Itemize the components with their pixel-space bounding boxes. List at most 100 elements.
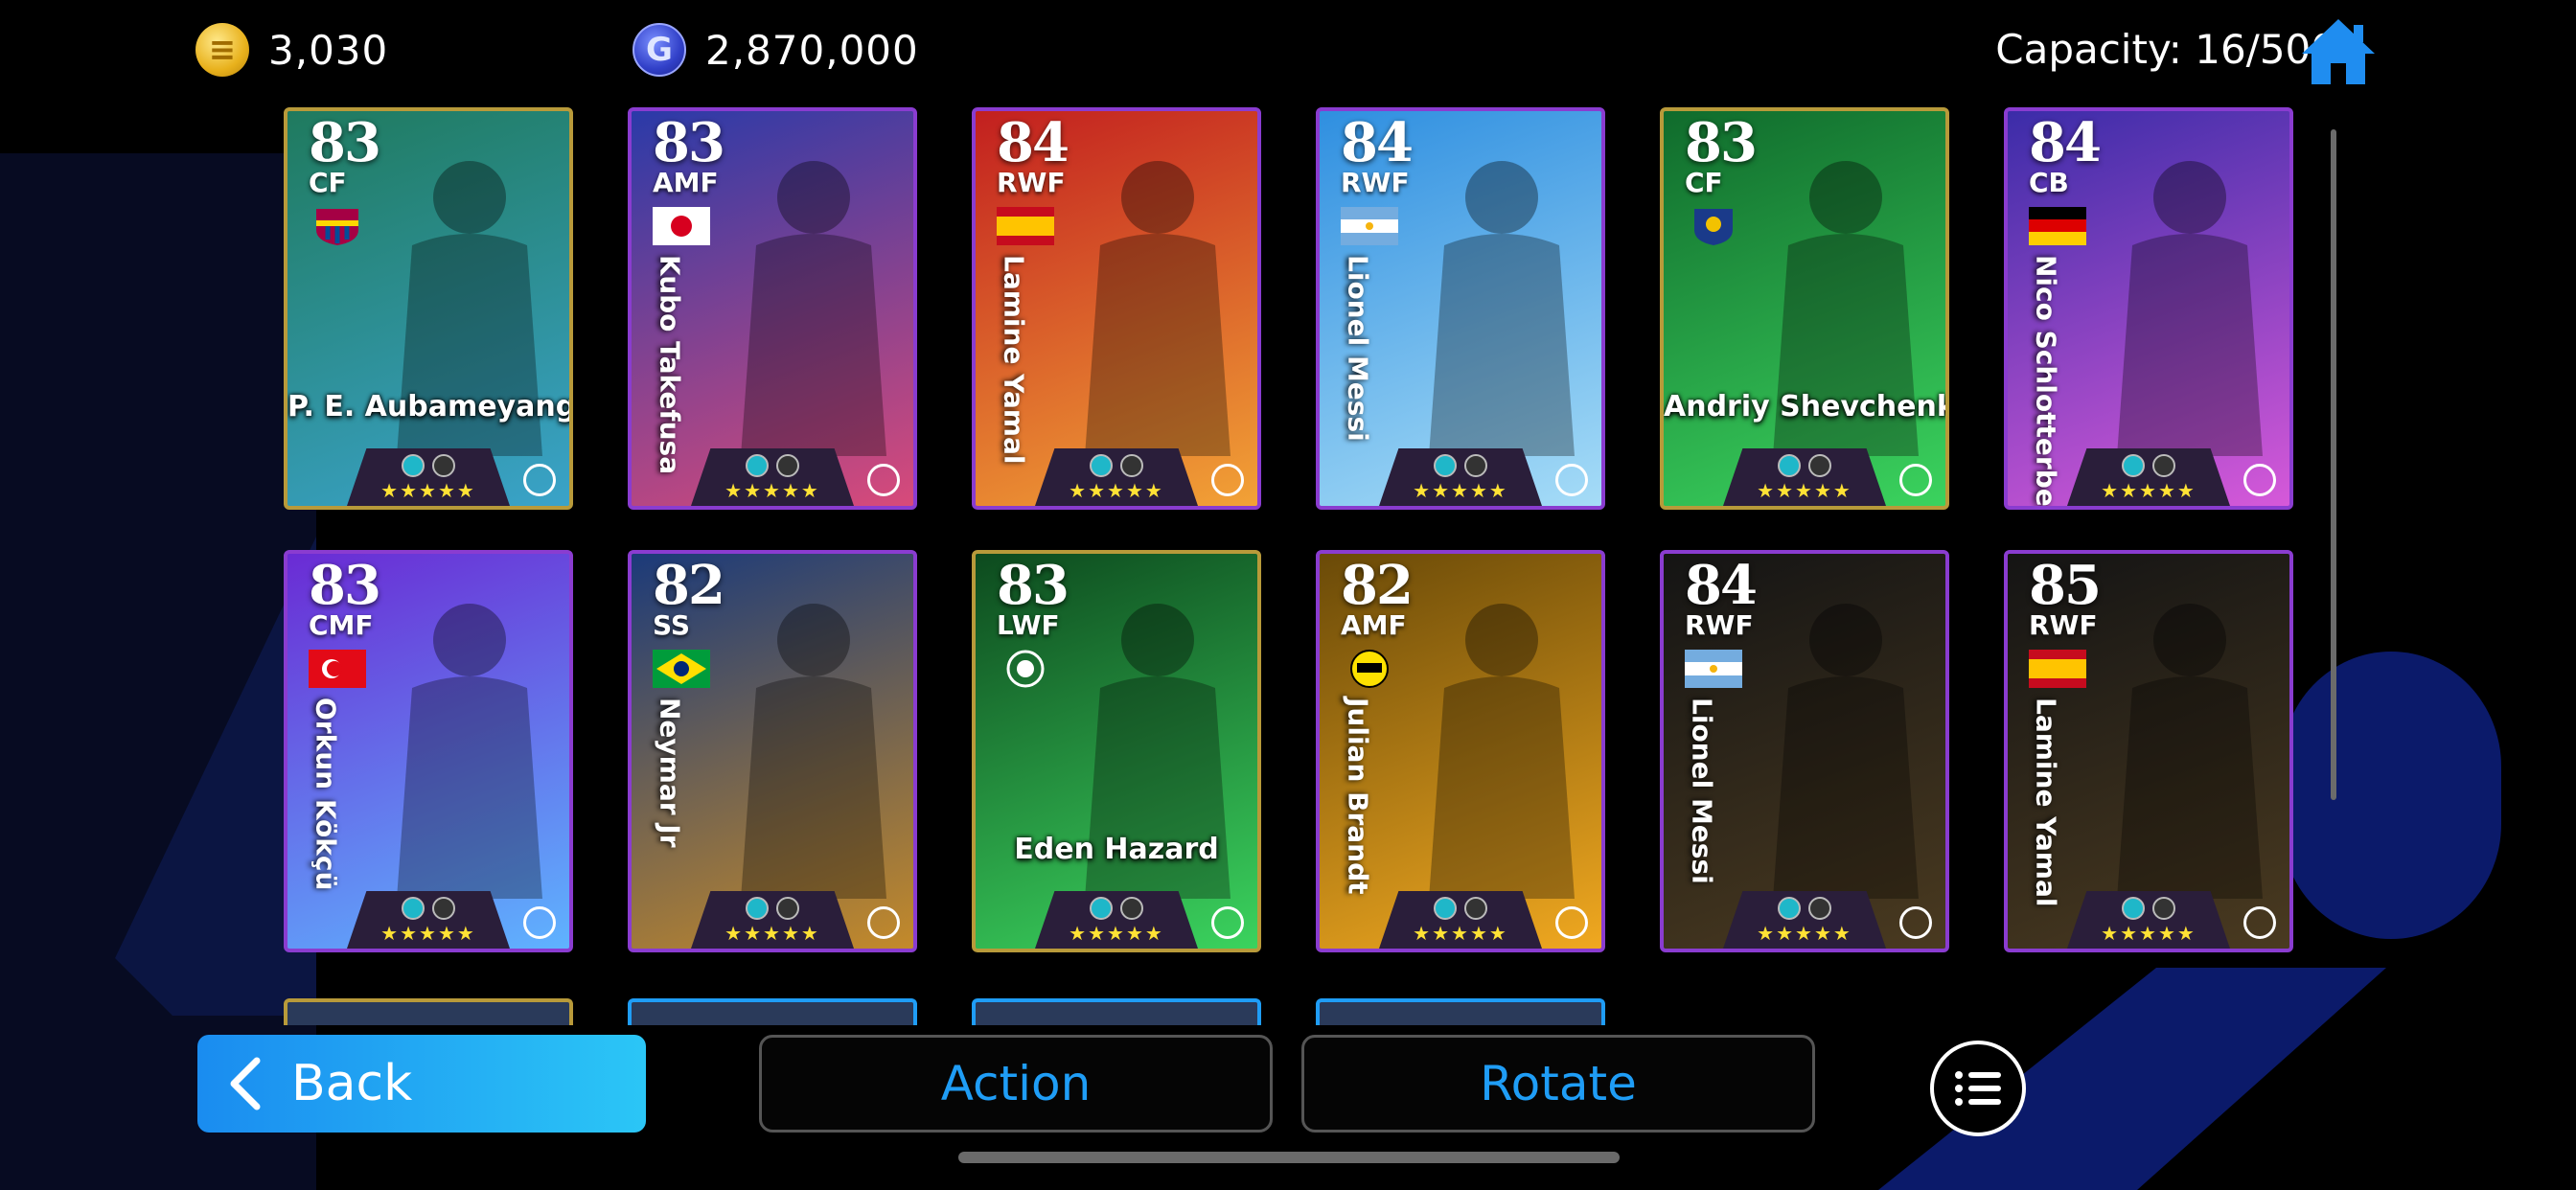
player-silhouette <box>741 161 886 456</box>
skill-gem-icon <box>432 897 455 920</box>
scrollbar[interactable] <box>2331 129 2336 800</box>
gold-coin-icon: ≡ <box>196 23 249 77</box>
skill-gems <box>1778 454 1831 477</box>
skill-gem-icon <box>2152 454 2175 477</box>
skill-gems <box>2122 897 2175 920</box>
skill-gem-icon <box>402 454 425 477</box>
player-card[interactable]: 82 SS Neymar Jr ★★★★★ <box>628 550 917 952</box>
bvb-crest-flag-icon <box>1350 650 1389 688</box>
player-card-partial[interactable] <box>972 998 1261 1025</box>
card-stars: ★★★★★ <box>724 922 820 945</box>
card-footer: ★★★★★ <box>1664 885 1945 949</box>
efootball-icon <box>1211 906 1244 939</box>
efootball-icon <box>867 906 900 939</box>
back-button[interactable]: Back <box>197 1035 646 1133</box>
player-card[interactable]: 83 CF P. E. Aubameyang ★★★★★ <box>284 107 573 510</box>
card-grid: 83 CF P. E. Aubameyang ★★★★★ 83 AMF Kubo Takef… <box>278 107 2310 1025</box>
player-card[interactable]: 83 AMF Kubo Takefusa ★★★★★ <box>628 107 917 510</box>
player-silhouette <box>1429 161 1575 456</box>
efootball-icon <box>1899 906 1932 939</box>
top-bar: ≡ 3,030 G 2,870,000 Capacity: 16/500 <box>0 0 2576 105</box>
efootball-icon <box>1211 464 1244 496</box>
skill-gems <box>1090 454 1143 477</box>
brazil-flag-icon <box>653 650 710 688</box>
card-position: RWF <box>1341 167 1410 198</box>
card-stars: ★★★★★ <box>380 479 476 502</box>
player-card[interactable]: 84 CB Nico Schlotterbeck ★★★★★ <box>2004 107 2293 510</box>
player-card[interactable]: 84 RWF Lionel Messi ★★★★★ <box>1316 107 1605 510</box>
player-card[interactable]: 85 RWF Lamine Yamal ★★★★★ <box>2004 550 2293 952</box>
japan-flag-icon <box>653 207 710 245</box>
card-position: CF <box>309 167 347 198</box>
skill-gem-icon <box>432 454 455 477</box>
card-rating: 84 <box>997 111 1070 174</box>
skill-gem-icon <box>1090 897 1113 920</box>
chevron-left-icon <box>230 1057 261 1110</box>
card-footer: ★★★★★ <box>632 885 913 949</box>
player-silhouette <box>397 604 542 899</box>
card-stars: ★★★★★ <box>1757 479 1852 502</box>
player-silhouette <box>741 604 886 899</box>
card-position: RWF <box>2029 609 2098 641</box>
card-rating: 83 <box>1685 111 1758 174</box>
turkey-flag-icon <box>309 650 366 688</box>
action-button[interactable]: Action <box>759 1035 1273 1133</box>
card-position: AMF <box>653 167 719 198</box>
back-button-label: Back <box>291 1055 413 1112</box>
list-menu-button[interactable] <box>1930 1041 2026 1136</box>
player-card-partial[interactable] <box>628 998 917 1025</box>
skill-gem-icon <box>1090 454 1113 477</box>
card-position: CMF <box>309 609 374 641</box>
player-silhouette <box>2117 604 2263 899</box>
card-footer: ★★★★★ <box>1664 443 1945 506</box>
skill-gems <box>1434 454 1487 477</box>
skill-gems <box>1090 897 1143 920</box>
player-card[interactable]: 84 RWF Lamine Yamal ★★★★★ <box>972 107 1261 510</box>
barcelona-crest-flag-icon <box>316 209 358 245</box>
card-rating: 84 <box>2029 111 2102 174</box>
card-stars: ★★★★★ <box>1069 922 1164 945</box>
card-footer: ★★★★★ <box>2008 443 2289 506</box>
card-rating: 83 <box>309 554 381 617</box>
card-rating: 84 <box>1685 554 1758 617</box>
player-card[interactable]: 83 LWF Eden Hazard ★★★★★ <box>972 550 1261 952</box>
card-stars: ★★★★★ <box>1413 922 1508 945</box>
skill-gem-icon <box>1434 897 1457 920</box>
efootball-icon <box>1555 464 1588 496</box>
rotate-button[interactable]: Rotate <box>1301 1035 1815 1133</box>
efootball-icon <box>867 464 900 496</box>
player-silhouette <box>1429 604 1575 899</box>
skill-gems <box>1778 897 1831 920</box>
player-silhouette <box>1085 161 1230 456</box>
skill-gem-icon <box>402 897 425 920</box>
player-card[interactable]: 84 RWF Lionel Messi ★★★★★ <box>1660 550 1949 952</box>
player-card-partial[interactable] <box>1316 998 1605 1025</box>
skill-gem-icon <box>1808 454 1831 477</box>
card-player-name: Neymar Jr <box>654 698 686 848</box>
skill-gem-icon <box>1778 897 1801 920</box>
skill-gem-icon <box>2122 454 2145 477</box>
player-card[interactable]: 82 AMF Julian Brandt ★★★★★ <box>1316 550 1605 952</box>
player-card[interactable]: 83 CF Andriy Shevchenko ★★★★★ <box>1660 107 1949 510</box>
card-footer: ★★★★★ <box>1320 885 1601 949</box>
player-card-partial[interactable] <box>284 998 573 1025</box>
card-footer: ★★★★★ <box>1320 443 1601 506</box>
card-footer: ★★★★★ <box>288 885 569 949</box>
card-footer: ★★★★★ <box>632 443 913 506</box>
card-footer: ★★★★★ <box>288 443 569 506</box>
coins-display: ≡ 3,030 <box>196 21 388 79</box>
efootball-icon <box>523 906 556 939</box>
home-indicator[interactable] <box>958 1152 1620 1163</box>
card-footer: ★★★★★ <box>976 885 1257 949</box>
skill-gem-icon <box>1464 897 1487 920</box>
player-silhouette <box>1773 604 1919 899</box>
card-position: RWF <box>1685 609 1754 641</box>
card-position: AMF <box>1341 609 1407 641</box>
card-player-name: P. E. Aubameyang <box>288 390 573 423</box>
card-stars: ★★★★★ <box>1069 479 1164 502</box>
efootball-icon <box>2243 464 2276 496</box>
card-position: RWF <box>997 167 1066 198</box>
player-card[interactable]: 83 CMF Orkun Kökçü ★★★★★ <box>284 550 573 952</box>
home-icon[interactable] <box>2298 15 2379 88</box>
card-stars: ★★★★★ <box>1757 922 1852 945</box>
